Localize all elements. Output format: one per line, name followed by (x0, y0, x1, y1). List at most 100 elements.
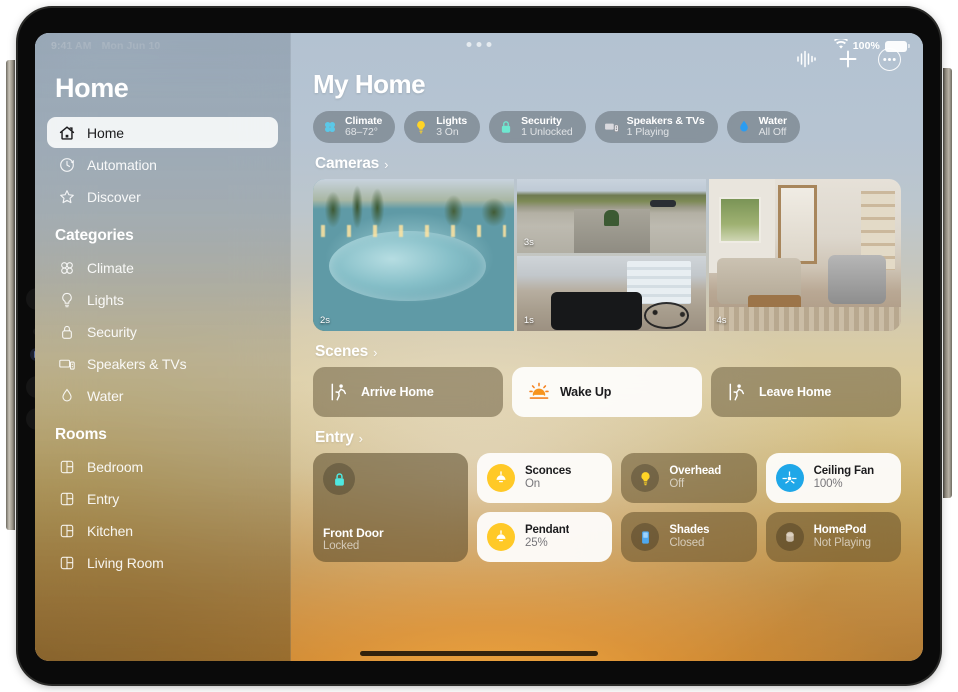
room-icon (57, 521, 76, 540)
accessory-status: Not Playing (813, 537, 871, 549)
scenes-section-header[interactable]: Scenes › (315, 343, 901, 361)
status-pill-climate[interactable]: Climate 68–72° (313, 111, 396, 143)
sidebar-item-lights[interactable]: Lights (47, 284, 278, 315)
sidebar-item-climate[interactable]: Climate (47, 252, 278, 283)
sidebar-item-label: Home (87, 124, 124, 141)
sidebar-item-label: Speakers & TVs (87, 355, 187, 372)
camera-tile-driveway[interactable]: 3s (516, 179, 707, 253)
sidebar-item-bedroom[interactable]: Bedroom (47, 451, 278, 482)
device-right-edge (943, 68, 952, 498)
cameras-title: Cameras (315, 155, 380, 172)
camera-timestamp: 1s (523, 315, 534, 326)
plus-icon[interactable] (836, 47, 860, 71)
status-pill-lights[interactable]: Lights 3 On (404, 111, 481, 143)
camera-timestamp: 2s (320, 315, 331, 326)
sidebar-item-kitchen[interactable]: Kitchen (47, 515, 278, 546)
fan-icon (57, 258, 76, 277)
cameras-section-header[interactable]: Cameras › (315, 155, 901, 173)
camera-timestamp: 4s (716, 315, 727, 326)
accessory-status: Off (669, 478, 685, 490)
device-left-edge (6, 60, 15, 530)
entry-column-overhead: Overhead Off Shades Closed (621, 453, 757, 562)
accessory-tile-overhead[interactable]: Overhead Off (621, 453, 757, 503)
main-header: My Home (313, 47, 901, 100)
scenes-title: Scenes (315, 343, 369, 360)
entry-accessory-grid: Front Door Locked Sconces On Pendant 25%… (313, 453, 901, 562)
status-pill-security[interactable]: Security 1 Unlocked (489, 111, 586, 143)
lightbulb-icon (631, 464, 660, 492)
camera-tile-pool[interactable]: 2s (313, 179, 514, 331)
camera-timestamp: 3s (523, 237, 534, 248)
accessory-tile-pendant[interactable]: Pendant 25% (477, 512, 613, 562)
water-drop-icon (736, 119, 752, 135)
scene-wake-up[interactable]: Wake Up (512, 367, 702, 417)
camera-tile-livingroom[interactable]: 4s (709, 179, 901, 331)
accessory-name: Overhead (669, 464, 722, 477)
star-icon (57, 187, 76, 206)
chevron-right-icon: › (358, 430, 363, 446)
accessory-tile-sconces[interactable]: Sconces On (477, 453, 613, 503)
sidebar-item-label: Entry (87, 490, 120, 507)
scenes-row: Arrive Home Wake Up Leave Home (313, 367, 901, 417)
camera-tile-garage[interactable]: 1s (516, 256, 707, 331)
lightbulb-icon (57, 290, 76, 309)
header-actions (794, 47, 901, 71)
sidebar-item-discover[interactable]: Discover (47, 181, 278, 212)
camera-column-middle: 3s 1s (516, 179, 707, 331)
sidebar-item-label: Water (87, 387, 124, 404)
accessory-status: Locked (323, 540, 360, 552)
sidebar-item-label: Climate (87, 259, 134, 276)
accessory-tile-front-door[interactable]: Front Door Locked (313, 453, 468, 562)
entry-section-header[interactable]: Entry › (315, 429, 901, 447)
shade-icon (631, 523, 660, 551)
sidebar-item-living-room[interactable]: Living Room (47, 547, 278, 578)
sidebar-title: Home (55, 73, 129, 103)
person-walk-in-icon (329, 381, 351, 403)
tv-remote-icon (57, 354, 76, 373)
main-content: My Home Climate 68–72° Lights 3 On Secur… (291, 33, 923, 661)
sidebar: Home Home Automation Discover Categories… (35, 33, 291, 661)
accessory-status: Closed (669, 537, 705, 549)
home-indicator[interactable] (360, 651, 598, 656)
scene-label: Leave Home (759, 385, 832, 399)
entry-column-sconces: Sconces On Pendant 25% (477, 453, 613, 562)
ipad-screen: 9:41 AM Mon Jun 10 100% Home Home (35, 33, 923, 661)
accessory-name: Shades (669, 523, 710, 536)
accessory-name: Sconces (525, 464, 572, 477)
homepod-icon (775, 523, 804, 551)
lightbulb-icon (413, 119, 429, 135)
accessory-tile-homepod[interactable]: HomePod Not Playing (765, 512, 901, 562)
chevron-right-icon: › (373, 344, 378, 360)
status-pill-water[interactable]: Water All Off (726, 111, 800, 143)
lock-icon (57, 322, 76, 341)
accessory-tile-shades[interactable]: Shades Closed (621, 512, 757, 562)
pendant-lamp-icon (487, 523, 515, 551)
sidebar-item-automation[interactable]: Automation (47, 149, 278, 180)
sunrise-icon (528, 381, 550, 403)
room-icon (57, 457, 76, 476)
sidebar-item-label: Lights (87, 291, 124, 308)
more-ellipsis-icon[interactable] (878, 47, 901, 71)
scene-arrive-home[interactable]: Arrive Home (313, 367, 503, 417)
status-pill-speakers-tvs[interactable]: Speakers & TVs 1 Playing (594, 111, 718, 143)
tv-remote-icon (604, 119, 620, 135)
sidebar-item-entry[interactable]: Entry (47, 483, 278, 514)
sidebar-item-security[interactable]: Security (47, 316, 278, 347)
sidebar-categories-title: Categories (55, 227, 134, 244)
audio-waveform-icon[interactable] (794, 47, 818, 71)
status-pills: Climate 68–72° Lights 3 On Security 1 Un… (313, 111, 901, 143)
pill-value: All Off (758, 126, 787, 138)
pill-value: 1 Unlocked (521, 126, 573, 138)
ipad-device-frame: 9:41 AM Mon Jun 10 100% Home Home (6, 8, 952, 684)
accessory-tile-ceiling-fan[interactable]: Ceiling Fan 100% (765, 453, 901, 503)
room-icon (57, 489, 76, 508)
sidebar-item-label: Automation (87, 156, 157, 173)
sidebar-item-water[interactable]: Water (47, 380, 278, 411)
sidebar-item-home[interactable]: Home (47, 117, 278, 148)
scene-leave-home[interactable]: Leave Home (711, 367, 901, 417)
sidebar-item-speakers-tvs[interactable]: Speakers & TVs (47, 348, 278, 379)
sidebar-item-label: Bedroom (87, 458, 144, 475)
pendant-lamp-icon (487, 464, 515, 492)
pill-value: 68–72° (345, 126, 378, 138)
lock-icon (498, 119, 514, 135)
